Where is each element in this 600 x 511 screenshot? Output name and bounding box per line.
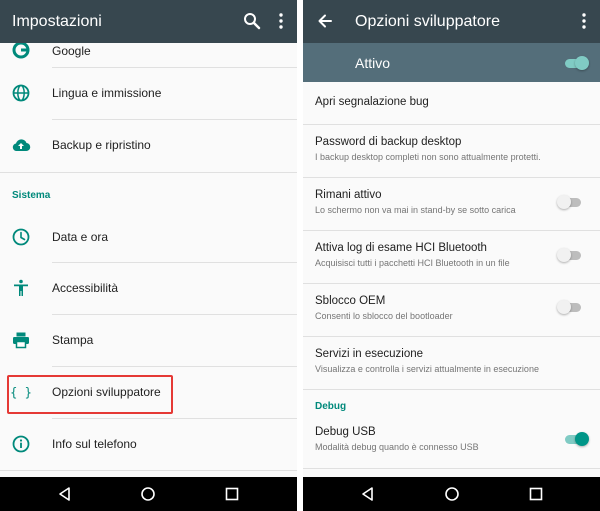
section-divider bbox=[0, 172, 297, 173]
pref-title: Attiva log di esame HCI Bluetooth bbox=[315, 242, 487, 254]
section-divider bbox=[303, 389, 600, 390]
search-icon[interactable] bbox=[242, 11, 262, 31]
pref-title: Rimani attivo bbox=[315, 189, 382, 201]
clock-icon bbox=[12, 228, 30, 246]
page-title: Opzioni sviluppatore bbox=[355, 13, 500, 30]
info-icon bbox=[12, 435, 30, 453]
master-switch-bar[interactable]: Attivo bbox=[303, 43, 600, 82]
pref-usb-debugging[interactable]: Debug USB Modalità debug quando è connes… bbox=[303, 415, 600, 468]
pref-summary: Lo schermo non va mai in stand-by se sot… bbox=[315, 205, 516, 215]
list-item-label: Lingua e immissione bbox=[52, 86, 162, 100]
stay-awake-switch[interactable] bbox=[557, 195, 583, 209]
pref-summary: Acquisisci tutti i pacchetti HCI Bluetoo… bbox=[315, 258, 510, 268]
accessibility-icon bbox=[14, 279, 28, 296]
list-item-language[interactable]: Lingua e immissione bbox=[0, 68, 297, 120]
print-icon bbox=[13, 332, 29, 349]
app-bar: Opzioni sviluppatore bbox=[303, 0, 600, 43]
usb-debugging-switch[interactable] bbox=[563, 432, 589, 446]
list-item-accessibility[interactable]: Accessibilità bbox=[0, 263, 297, 315]
pref-oem-unlock[interactable]: Sblocco OEM Consenti lo sblocco del boot… bbox=[303, 284, 600, 337]
pref-bluetooth-hci-log[interactable]: Attiva log di esame HCI Bluetooth Acquis… bbox=[303, 231, 600, 284]
pref-title: Apri segnalazione bug bbox=[315, 96, 429, 108]
list-item-label: Google bbox=[52, 44, 91, 58]
google-icon bbox=[12, 41, 30, 59]
list-item-backup[interactable]: Backup e ripristino bbox=[0, 120, 297, 172]
list-item-about-phone[interactable]: Info sul telefono bbox=[0, 419, 297, 471]
pref-running-services[interactable]: Servizi in esecuzione Visualizza e contr… bbox=[303, 337, 600, 390]
pref-title: Password di backup desktop bbox=[315, 136, 462, 148]
pref-summary: Consenti lo sblocco del bootloader bbox=[315, 311, 453, 321]
master-switch-label: Attivo bbox=[355, 55, 391, 71]
settings-screen: Google Impostazioni Lingua e immissione … bbox=[0, 0, 297, 511]
pref-stay-awake[interactable]: Rimani attivo Lo schermo non va mai in s… bbox=[303, 178, 600, 231]
pref-summary: Modalità debug quando è connesso USB bbox=[315, 442, 479, 452]
pref-bug-report[interactable]: Apri segnalazione bug bbox=[303, 82, 600, 125]
list-item-print[interactable]: Stampa bbox=[0, 315, 297, 367]
pref-summary: I backup desktop completi non sono attua… bbox=[315, 152, 541, 162]
arrow-back-icon[interactable] bbox=[315, 11, 335, 31]
bluetooth-hci-switch[interactable] bbox=[557, 248, 583, 262]
page-title: Impostazioni bbox=[12, 13, 102, 30]
cloud-upload-icon bbox=[12, 139, 31, 152]
list-item-label: Info sul telefono bbox=[52, 437, 137, 451]
home-icon[interactable] bbox=[444, 486, 460, 502]
recents-icon[interactable] bbox=[224, 486, 240, 502]
recents-icon[interactable] bbox=[528, 486, 544, 502]
pref-title: Sblocco OEM bbox=[315, 295, 386, 307]
globe-icon bbox=[12, 84, 30, 102]
list-item-label: Stampa bbox=[52, 333, 94, 347]
more-vert-icon[interactable] bbox=[271, 11, 291, 31]
list-item-label: Accessibilità bbox=[52, 281, 119, 295]
navigation-bar bbox=[0, 477, 297, 511]
back-icon[interactable] bbox=[57, 486, 73, 502]
divider bbox=[0, 470, 297, 471]
pref-summary: Visualizza e controlla i servizi attualm… bbox=[315, 364, 539, 374]
pref-backup-password[interactable]: Password di backup desktop I backup desk… bbox=[303, 125, 600, 178]
pref-title: Debug USB bbox=[315, 426, 376, 438]
list-item-label: Backup e ripristino bbox=[52, 138, 151, 152]
oem-unlock-switch[interactable] bbox=[557, 300, 583, 314]
navigation-bar bbox=[303, 477, 600, 511]
developer-options-screen: Opzioni sviluppatore Attivo Apri segnala… bbox=[303, 0, 600, 511]
more-vert-icon[interactable] bbox=[574, 11, 594, 31]
app-bar: Impostazioni bbox=[0, 0, 297, 43]
back-icon[interactable] bbox=[360, 486, 376, 502]
home-icon[interactable] bbox=[140, 486, 156, 502]
list-item-date-time[interactable]: Data e ora bbox=[0, 212, 297, 264]
divider bbox=[303, 468, 600, 469]
pref-title: Servizi in esecuzione bbox=[315, 348, 424, 360]
master-switch[interactable] bbox=[563, 56, 589, 70]
section-header-system: Sistema bbox=[12, 190, 51, 201]
list-item-label: Data e ora bbox=[52, 230, 109, 244]
section-header-debug: Debug bbox=[315, 401, 347, 412]
highlight-box bbox=[7, 375, 173, 414]
